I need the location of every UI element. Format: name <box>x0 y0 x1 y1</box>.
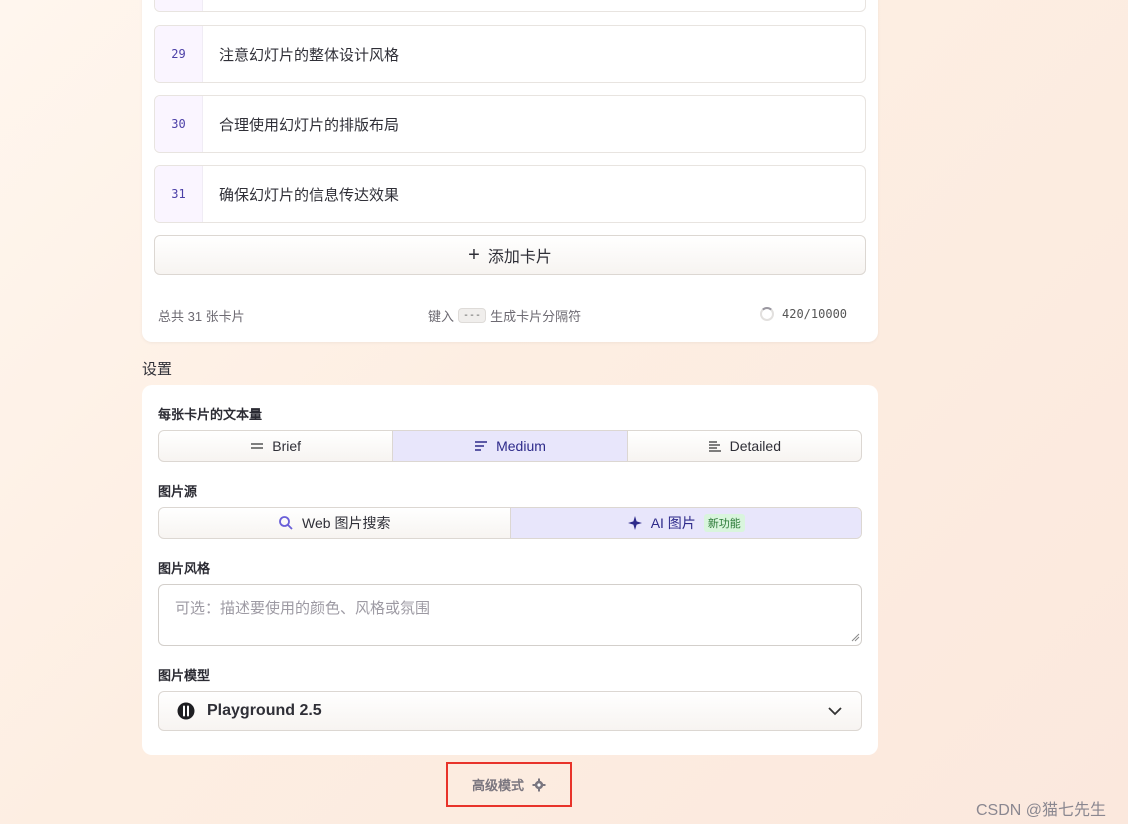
plus-icon: + <box>468 244 480 266</box>
option-medium-label: Medium <box>496 438 546 454</box>
image-source-label: 图片源 <box>158 484 198 499</box>
card-text[interactable]: 确保幻灯片的信息传达效果 <box>203 184 399 205</box>
new-feature-badge: 新功能 <box>703 514 745 532</box>
card-text[interactable]: 合理使用幻灯片的排版布局 <box>203 114 399 135</box>
progress-ring-icon <box>760 307 774 321</box>
advanced-mode-label: 高级模式 <box>471 778 524 793</box>
option-detailed[interactable]: Detailed <box>628 431 861 461</box>
advanced-mode-button[interactable]: 高级模式 <box>446 762 572 807</box>
sparkle-icon <box>627 516 642 530</box>
add-card-label: 添加卡片 <box>487 249 552 266</box>
char-count: 420/10000 <box>782 307 848 321</box>
hint-prefix: 键入 <box>428 309 455 324</box>
lines-medium-icon <box>475 441 488 451</box>
chevron-down-icon <box>828 707 842 716</box>
image-source-selector: Web 图片搜索 AI 图片 新功能 <box>158 507 862 539</box>
char-counter: 420/10000 <box>760 307 847 321</box>
option-medium[interactable]: Medium <box>393 431 628 461</box>
option-detailed-label: Detailed <box>729 438 781 454</box>
card-row-partial[interactable] <box>154 0 866 12</box>
image-model-value: Playground 2.5 <box>207 702 322 719</box>
card-number: 31 <box>155 166 203 222</box>
card-row[interactable]: 30 合理使用幻灯片的排版布局 <box>154 95 866 153</box>
text-amount-label: 每张卡片的文本量 <box>158 407 263 422</box>
option-web-search[interactable]: Web 图片搜索 <box>159 508 511 538</box>
resize-grip-icon[interactable] <box>850 632 860 642</box>
option-ai-image-label: AI 图片 <box>650 515 696 531</box>
lines-detailed-icon <box>708 440 721 452</box>
card-row[interactable]: 29 注意幻灯片的整体设计风格 <box>154 25 866 83</box>
option-brief-label: Brief <box>272 438 302 454</box>
card-number <box>155 0 203 11</box>
search-icon <box>279 516 293 530</box>
add-card-button[interactable]: + 添加卡片 <box>154 235 866 275</box>
option-web-search-label: Web 图片搜索 <box>302 515 391 531</box>
image-model-label: 图片模型 <box>158 668 211 683</box>
image-style-input[interactable]: 可选：描述要使用的颜色、风格或氛围 <box>158 584 862 646</box>
lines-brief-icon <box>251 443 264 449</box>
image-style-placeholder: 可选：描述要使用的颜色、风格或氛围 <box>175 600 431 617</box>
option-ai-image[interactable]: AI 图片 新功能 <box>510 508 861 538</box>
card-number: 30 <box>155 96 203 152</box>
card-row[interactable]: 31 确保幻灯片的信息传达效果 <box>154 165 866 223</box>
card-text[interactable]: 注意幻灯片的整体设计风格 <box>203 44 399 65</box>
separator-kbd: --- <box>458 308 487 323</box>
playground-logo-icon <box>177 702 195 720</box>
card-total: 总共 31 张卡片 <box>158 309 245 324</box>
separator-hint: 键入 --- 生成卡片分隔符 <box>428 306 581 325</box>
card-number: 29 <box>155 26 203 82</box>
hint-suffix: 生成卡片分隔符 <box>490 309 582 324</box>
settings-title: 设置 <box>142 361 173 378</box>
image-style-label: 图片风格 <box>158 561 211 576</box>
gear-icon <box>532 778 546 791</box>
image-model-select[interactable]: Playground 2.5 <box>158 691 862 731</box>
text-amount-selector: Brief Medium Detailed <box>158 430 862 462</box>
watermark: CSDN @猫七先生 <box>976 802 1107 819</box>
option-brief[interactable]: Brief <box>159 431 394 461</box>
